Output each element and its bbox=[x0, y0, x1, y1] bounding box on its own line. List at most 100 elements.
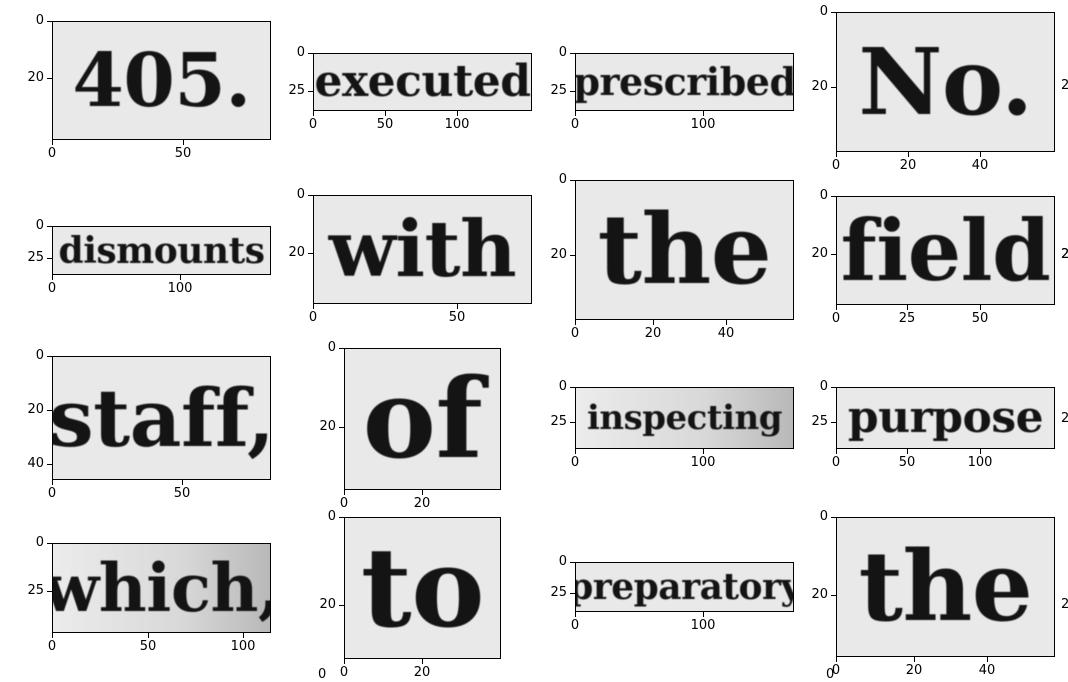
y-axis-tick bbox=[47, 591, 52, 592]
x-tick-label: 20 bbox=[644, 326, 662, 341]
x-tick-label: 0 bbox=[570, 326, 580, 341]
x-tick-label: 20 bbox=[899, 158, 917, 173]
y-axis-tick bbox=[570, 255, 575, 256]
x-tick-label: 0 bbox=[570, 117, 580, 132]
y-tick-label: 0 bbox=[819, 4, 828, 19]
y-tick-label: 0 bbox=[35, 348, 44, 363]
word-text: executed bbox=[314, 56, 531, 107]
word-image: which, bbox=[52, 543, 271, 633]
y-axis-tick bbox=[47, 226, 52, 227]
y-axis-tick bbox=[47, 356, 52, 357]
x-axis-tick bbox=[182, 480, 183, 485]
word-image-panel: prescribed 0 25 0 100 bbox=[550, 46, 794, 131]
x-axis-tick bbox=[980, 449, 981, 454]
x-tick-label: 50 bbox=[139, 639, 157, 654]
x-axis-tick bbox=[457, 111, 458, 116]
word-image: the bbox=[836, 517, 1055, 657]
x-axis-tick bbox=[980, 305, 981, 310]
x-tick-label: 0 bbox=[570, 618, 580, 633]
x-axis-tick bbox=[313, 304, 314, 309]
x-tick-label: 50 bbox=[448, 310, 466, 325]
x-tick-label: 100 bbox=[690, 117, 716, 132]
y-tick-label: 25 bbox=[27, 583, 44, 598]
x-axis-tick bbox=[183, 140, 184, 145]
y-tick-label: 0 bbox=[819, 188, 828, 203]
word-image-panel: which, 0 25 0 50 100 bbox=[27, 536, 271, 653]
clipped-tick-label: 2 bbox=[1061, 78, 1068, 93]
word-text: of bbox=[362, 354, 483, 483]
x-tick-label: 0 bbox=[308, 117, 318, 132]
y-axis-tick bbox=[831, 517, 836, 518]
word-text: the bbox=[858, 530, 1033, 643]
word-image-panel: No. 0 20 0 20 40 bbox=[811, 5, 1055, 172]
x-tick-label: 20 bbox=[905, 663, 923, 678]
y-axis-tick bbox=[47, 21, 52, 22]
y-axis-tick bbox=[308, 53, 313, 54]
y-tick-label: 20 bbox=[288, 245, 305, 260]
x-axis-tick bbox=[836, 657, 837, 662]
x-axis-tick bbox=[52, 633, 53, 638]
y-axis-tick bbox=[570, 387, 575, 388]
x-tick-label: 0 bbox=[339, 665, 349, 680]
word-image-panel: staff, 0 20 40 0 50 bbox=[27, 349, 271, 500]
word-image-panel: field 0 20 0 25 50 bbox=[811, 189, 1055, 325]
word-image-panel: purpose 0 25 0 50 100 bbox=[811, 380, 1055, 469]
x-axis-tick bbox=[422, 659, 423, 664]
x-axis-tick bbox=[52, 480, 53, 485]
clipped-tick-label: 2 bbox=[1061, 597, 1068, 612]
x-tick-label: 50 bbox=[173, 486, 191, 501]
word-image: purpose bbox=[836, 387, 1055, 449]
y-axis-tick bbox=[339, 517, 344, 518]
x-axis-tick bbox=[575, 111, 576, 116]
y-axis-tick bbox=[339, 605, 344, 606]
word-image: dismounts bbox=[52, 226, 271, 275]
x-tick-label: 0 bbox=[47, 486, 57, 501]
y-tick-label: 25 bbox=[550, 585, 567, 600]
y-tick-label: 20 bbox=[27, 402, 44, 417]
word-image: to bbox=[344, 517, 501, 659]
x-axis-tick bbox=[914, 657, 915, 662]
y-tick-label: 0 bbox=[819, 509, 828, 524]
word-text: No. bbox=[858, 28, 1033, 136]
x-tick-label: 20 bbox=[413, 496, 431, 511]
y-tick-label: 25 bbox=[550, 83, 567, 98]
y-axis-tick bbox=[308, 253, 313, 254]
y-tick-label: 0 bbox=[35, 13, 44, 28]
y-axis-tick bbox=[570, 91, 575, 92]
y-tick-label: 0 bbox=[558, 379, 567, 394]
y-axis-tick bbox=[47, 78, 52, 79]
x-tick-label: 50 bbox=[174, 146, 192, 161]
y-axis-tick bbox=[831, 387, 836, 388]
word-text: to bbox=[360, 523, 485, 652]
y-axis-tick bbox=[339, 427, 344, 428]
word-text: inspecting bbox=[587, 398, 783, 438]
y-tick-label: 20 bbox=[811, 246, 828, 261]
x-axis-tick bbox=[836, 305, 837, 310]
x-tick-label: 0 bbox=[831, 663, 841, 678]
x-tick-label: 100 bbox=[230, 639, 256, 654]
x-axis-tick bbox=[703, 111, 704, 116]
word-text: the bbox=[597, 193, 772, 306]
y-tick-label: 25 bbox=[550, 414, 567, 429]
y-axis-tick bbox=[570, 422, 575, 423]
x-tick-label: 0 bbox=[308, 310, 318, 325]
x-tick-label: 0 bbox=[831, 455, 841, 470]
y-tick-label: 20 bbox=[550, 247, 567, 262]
x-axis-tick bbox=[575, 449, 576, 454]
word-text: with bbox=[328, 203, 517, 295]
x-axis-tick bbox=[575, 320, 576, 325]
y-tick-label: 0 bbox=[35, 535, 44, 550]
x-tick-label: 0 bbox=[831, 158, 841, 173]
x-tick-label: 100 bbox=[444, 117, 470, 132]
y-axis-tick bbox=[831, 422, 836, 423]
word-image: field bbox=[836, 196, 1055, 305]
y-axis-tick bbox=[47, 410, 52, 411]
word-image: No. bbox=[836, 12, 1055, 152]
word-image: prescribed bbox=[575, 53, 794, 111]
y-axis-tick bbox=[570, 593, 575, 594]
x-axis-tick bbox=[52, 140, 53, 145]
y-tick-label: 20 bbox=[27, 70, 44, 85]
y-tick-label: 0 bbox=[558, 172, 567, 187]
y-axis-tick bbox=[570, 53, 575, 54]
word-text: purpose bbox=[847, 392, 1044, 443]
